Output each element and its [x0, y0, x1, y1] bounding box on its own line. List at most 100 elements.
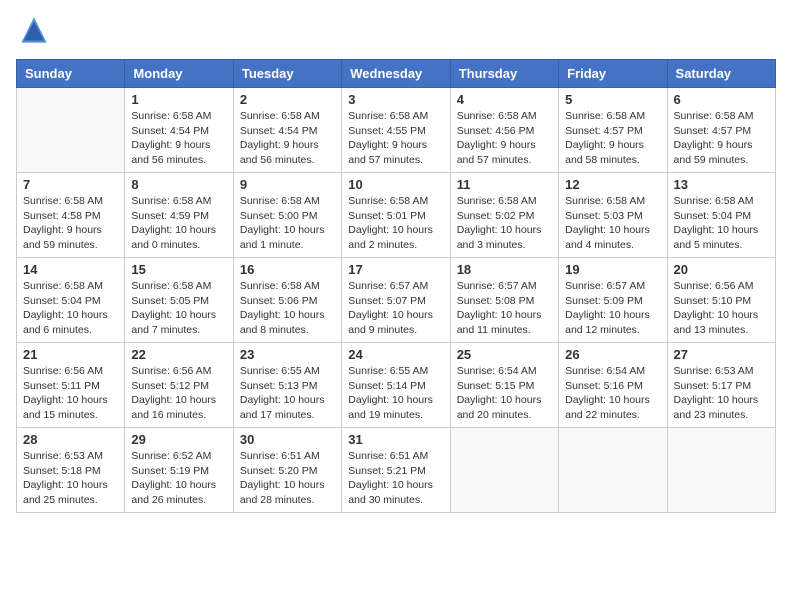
day-info: Sunrise: 6:55 AMSunset: 5:14 PMDaylight:…: [348, 364, 443, 423]
calendar-week-row: 7Sunrise: 6:58 AMSunset: 4:58 PMDaylight…: [17, 173, 776, 258]
day-number: 11: [457, 177, 552, 192]
calendar-cell: 26 Sunrise: 6:54 AMSunset: 5:16 PMDayligh…: [559, 343, 667, 428]
day-number: 31: [348, 432, 443, 447]
day-info: Sunrise: 6:58 AMSunset: 5:00 PMDaylight:…: [240, 194, 335, 253]
day-info: Sunrise: 6:53 AMSunset: 5:17 PMDaylight:…: [674, 364, 769, 423]
calendar-header-row: SundayMondayTuesdayWednesdayThursdayFrid…: [17, 60, 776, 88]
calendar-cell: 3Sunrise: 6:58 AMSunset: 4:55 PMDaylight…: [342, 88, 450, 173]
calendar-cell: 7Sunrise: 6:58 AMSunset: 4:58 PMDaylight…: [17, 173, 125, 258]
day-number: 9: [240, 177, 335, 192]
day-info: Sunrise: 6:58 AMSunset: 4:56 PMDaylight:…: [457, 109, 552, 168]
calendar-cell: 12 Sunrise: 6:58 AMSunset: 5:03 PMDayligh…: [559, 173, 667, 258]
calendar-cell: 19Sunrise: 6:57 AMSunset: 5:09 PMDayligh…: [559, 258, 667, 343]
calendar-cell: 31 Sunrise: 6:51 AMSunset: 5:21 PMDayligh…: [342, 428, 450, 513]
day-number: 14: [23, 262, 118, 277]
weekday-header: Friday: [559, 60, 667, 88]
calendar-cell: 10 Sunrise: 6:58 AMSunset: 5:01 PMDayligh…: [342, 173, 450, 258]
calendar-cell: 21 Sunrise: 6:56 AMSunset: 5:11 PMDayligh…: [17, 343, 125, 428]
calendar-cell: [17, 88, 125, 173]
day-number: 30: [240, 432, 335, 447]
day-number: 5: [565, 92, 660, 107]
calendar-cell: 11 Sunrise: 6:58 AMSunset: 5:02 PMDayligh…: [450, 173, 558, 258]
day-number: 20: [674, 262, 769, 277]
calendar-cell: [667, 428, 775, 513]
calendar-table: SundayMondayTuesdayWednesdayThursdayFrid…: [16, 59, 776, 513]
day-info: Sunrise: 6:58 AMSunset: 5:01 PMDaylight:…: [348, 194, 443, 253]
calendar-cell: [559, 428, 667, 513]
day-info: Sunrise: 6:58 AMSunset: 4:54 PMDaylight:…: [131, 109, 226, 168]
day-number: 6: [674, 92, 769, 107]
day-number: 1: [131, 92, 226, 107]
weekday-header: Sunday: [17, 60, 125, 88]
day-number: 8: [131, 177, 226, 192]
calendar-cell: 5 Sunrise: 6:58 AMSunset: 4:57 PMDaylight…: [559, 88, 667, 173]
day-number: 24: [348, 347, 443, 362]
day-info: Sunrise: 6:53 AMSunset: 5:18 PMDaylight:…: [23, 449, 118, 508]
day-info: Sunrise: 6:51 AMSunset: 5:21 PMDaylight:…: [348, 449, 443, 508]
day-number: 21: [23, 347, 118, 362]
day-number: 4: [457, 92, 552, 107]
weekday-header: Monday: [125, 60, 233, 88]
day-info: Sunrise: 6:58 AMSunset: 5:06 PMDaylight:…: [240, 279, 335, 338]
calendar-week-row: 28 Sunrise: 6:53 AMSunset: 5:18 PMDayligh…: [17, 428, 776, 513]
calendar-cell: 22 Sunrise: 6:56 AMSunset: 5:12 PMDayligh…: [125, 343, 233, 428]
calendar-week-row: 1 Sunrise: 6:58 AMSunset: 4:54 PMDaylight…: [17, 88, 776, 173]
day-number: 25: [457, 347, 552, 362]
calendar-cell: 2 Sunrise: 6:58 AMSunset: 4:54 PMDaylight…: [233, 88, 341, 173]
calendar-cell: 15Sunrise: 6:58 AMSunset: 5:05 PMDayligh…: [125, 258, 233, 343]
day-info: Sunrise: 6:56 AMSunset: 5:12 PMDaylight:…: [131, 364, 226, 423]
day-info: Sunrise: 6:54 AMSunset: 5:16 PMDaylight:…: [565, 364, 660, 423]
calendar-cell: 9 Sunrise: 6:58 AMSunset: 5:00 PMDaylight…: [233, 173, 341, 258]
calendar-cell: 24 Sunrise: 6:55 AMSunset: 5:14 PMDayligh…: [342, 343, 450, 428]
day-number: 23: [240, 347, 335, 362]
calendar-cell: 30Sunrise: 6:51 AMSunset: 5:20 PMDayligh…: [233, 428, 341, 513]
logo-icon: [20, 16, 48, 44]
day-info: Sunrise: 6:52 AMSunset: 5:19 PMDaylight:…: [131, 449, 226, 508]
day-number: 7: [23, 177, 118, 192]
day-number: 12: [565, 177, 660, 192]
calendar-week-row: 21 Sunrise: 6:56 AMSunset: 5:11 PMDayligh…: [17, 343, 776, 428]
day-number: 17: [348, 262, 443, 277]
calendar-cell: 13 Sunrise: 6:58 AMSunset: 5:04 PMDayligh…: [667, 173, 775, 258]
calendar-cell: 1 Sunrise: 6:58 AMSunset: 4:54 PMDaylight…: [125, 88, 233, 173]
day-number: 28: [23, 432, 118, 447]
day-number: 10: [348, 177, 443, 192]
day-number: 26: [565, 347, 660, 362]
day-number: 13: [674, 177, 769, 192]
weekday-header: Thursday: [450, 60, 558, 88]
calendar-cell: 8 Sunrise: 6:58 AMSunset: 4:59 PMDaylight…: [125, 173, 233, 258]
weekday-header: Saturday: [667, 60, 775, 88]
day-number: 2: [240, 92, 335, 107]
logo: [16, 16, 48, 49]
calendar-cell: [450, 428, 558, 513]
calendar-week-row: 14Sunrise: 6:58 AMSunset: 5:04 PMDayligh…: [17, 258, 776, 343]
day-info: Sunrise: 6:58 AMSunset: 5:02 PMDaylight:…: [457, 194, 552, 253]
day-number: 16: [240, 262, 335, 277]
day-info: Sunrise: 6:54 AMSunset: 5:15 PMDaylight:…: [457, 364, 552, 423]
weekday-header: Tuesday: [233, 60, 341, 88]
calendar-cell: 16 Sunrise: 6:58 AMSunset: 5:06 PMDayligh…: [233, 258, 341, 343]
day-info: Sunrise: 6:58 AMSunset: 4:59 PMDaylight:…: [131, 194, 226, 253]
calendar-cell: 14Sunrise: 6:58 AMSunset: 5:04 PMDayligh…: [17, 258, 125, 343]
day-info: Sunrise: 6:55 AMSunset: 5:13 PMDaylight:…: [240, 364, 335, 423]
day-info: Sunrise: 6:56 AMSunset: 5:11 PMDaylight:…: [23, 364, 118, 423]
day-info: Sunrise: 6:58 AMSunset: 4:54 PMDaylight:…: [240, 109, 335, 168]
calendar-cell: 29 Sunrise: 6:52 AMSunset: 5:19 PMDayligh…: [125, 428, 233, 513]
day-info: Sunrise: 6:57 AMSunset: 5:07 PMDaylight:…: [348, 279, 443, 338]
day-info: Sunrise: 6:58 AMSunset: 5:05 PMDaylight:…: [131, 279, 226, 338]
page-header: [16, 16, 776, 49]
day-info: Sunrise: 6:57 AMSunset: 5:09 PMDaylight:…: [565, 279, 660, 338]
day-info: Sunrise: 6:58 AMSunset: 4:57 PMDaylight:…: [565, 109, 660, 168]
day-number: 18: [457, 262, 552, 277]
calendar-cell: 20Sunrise: 6:56 AMSunset: 5:10 PMDayligh…: [667, 258, 775, 343]
day-info: Sunrise: 6:58 AMSunset: 5:04 PMDaylight:…: [674, 194, 769, 253]
day-number: 22: [131, 347, 226, 362]
day-info: Sunrise: 6:58 AMSunset: 4:57 PMDaylight:…: [674, 109, 769, 168]
day-info: Sunrise: 6:58 AMSunset: 5:03 PMDaylight:…: [565, 194, 660, 253]
day-info: Sunrise: 6:57 AMSunset: 5:08 PMDaylight:…: [457, 279, 552, 338]
calendar-cell: 28 Sunrise: 6:53 AMSunset: 5:18 PMDayligh…: [17, 428, 125, 513]
calendar-cell: 27Sunrise: 6:53 AMSunset: 5:17 PMDayligh…: [667, 343, 775, 428]
day-number: 3: [348, 92, 443, 107]
weekday-header: Wednesday: [342, 60, 450, 88]
day-number: 29: [131, 432, 226, 447]
